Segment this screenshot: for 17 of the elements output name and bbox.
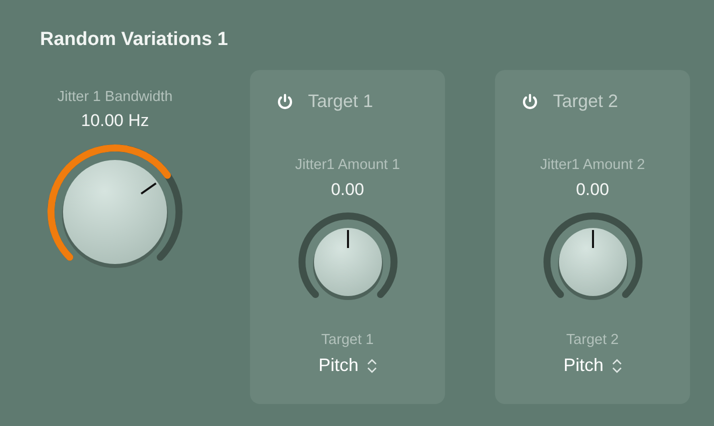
section-title: Random Variations 1 [40, 28, 228, 52]
updown-icon [366, 358, 377, 372]
panel-title: Target 2 [553, 90, 618, 113]
power-icon[interactable] [521, 92, 539, 110]
knob-label: Jitter1 Amount 2 [539, 156, 646, 175]
target-label: Target 2 [565, 331, 620, 350]
knob-value: 10.00 Hz [80, 110, 150, 132]
target-dropdown[interactable]: Pitch [318, 352, 377, 379]
knob-value: 0.00 [330, 178, 366, 201]
updown-icon [612, 358, 622, 372]
knob-value: 0.00 [574, 178, 610, 201]
panel-title: Target 1 [308, 90, 374, 113]
target-dropdown[interactable]: Pitch [563, 352, 622, 379]
target-label: Target 1 [320, 331, 375, 350]
knob-label: Jitter1 Amount 1 [294, 156, 401, 175]
knob-label: Jitter 1 Bandwidth [56, 88, 174, 107]
power-icon[interactable] [276, 92, 294, 110]
